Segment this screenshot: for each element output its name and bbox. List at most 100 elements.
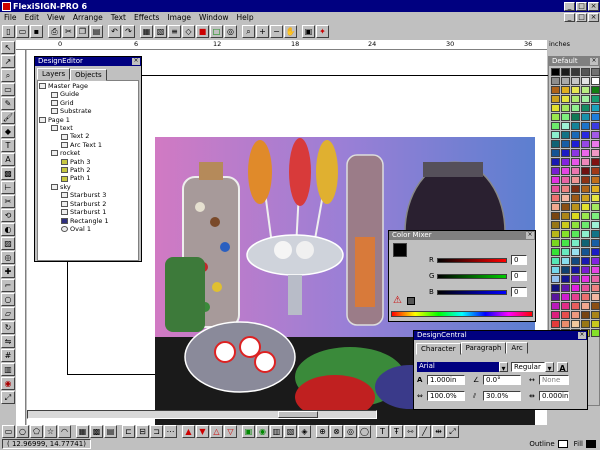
blue-slider[interactable] <box>437 289 507 295</box>
node-tool-icon[interactable]: ↗ <box>1 55 15 68</box>
menu-text[interactable]: Text <box>107 13 130 22</box>
color-swatch[interactable] <box>561 68 570 76</box>
tab-paragraph[interactable]: Paragraph <box>460 342 507 354</box>
menu-edit[interactable]: Edit <box>21 13 44 22</box>
color-swatch[interactable] <box>551 275 560 283</box>
send-back-icon[interactable]: ▼ <box>196 425 209 438</box>
color-swatch[interactable] <box>551 320 560 328</box>
color-swatch[interactable] <box>551 248 560 256</box>
zoom-icon[interactable]: ⌕ <box>242 25 255 38</box>
redo-icon[interactable]: ↷ <box>122 25 135 38</box>
select-tool-icon[interactable]: ↖ <box>1 41 15 54</box>
color-swatch[interactable] <box>581 149 590 157</box>
color-swatch[interactable] <box>551 149 560 157</box>
color-swatch[interactable] <box>591 302 600 310</box>
vector-icon[interactable]: ◈ <box>298 425 311 438</box>
weld-icon[interactable]: ◎ <box>224 25 237 38</box>
color-swatch[interactable] <box>551 185 560 193</box>
break-icon[interactable]: ⊗ <box>330 425 343 438</box>
color-swatch[interactable] <box>561 221 570 229</box>
design-editor-titlebar[interactable]: DesignEditor × <box>35 57 141 66</box>
image-trace-icon[interactable]: ▣ <box>242 425 255 438</box>
color-swatch[interactable] <box>591 239 600 247</box>
rotate-tool-icon[interactable]: ↻ <box>1 321 15 334</box>
menu-view[interactable]: View <box>43 13 69 22</box>
color-swatch[interactable] <box>581 131 590 139</box>
tree-node[interactable]: Arc Text 1 <box>39 141 137 149</box>
zoom-tool-icon[interactable]: ⌕ <box>1 69 15 82</box>
mask-icon[interactable]: ▩ <box>90 425 103 438</box>
tree-node[interactable]: Substrate <box>39 107 137 115</box>
color-swatch[interactable] <box>581 230 590 238</box>
align-right-icon[interactable]: ⊐ <box>150 425 163 438</box>
color-swatch[interactable] <box>571 113 580 121</box>
color-swatch[interactable] <box>551 104 560 112</box>
slant-field[interactable]: 30.0% <box>483 391 521 401</box>
size-field[interactable]: 1.000in <box>427 375 465 385</box>
shape-tool-icon[interactable]: ▭ <box>1 83 15 96</box>
color-swatch[interactable] <box>561 86 570 94</box>
tree-node[interactable]: Guide <box>39 90 137 98</box>
color-swatch[interactable] <box>551 194 560 202</box>
tab-layers[interactable]: Layers <box>37 68 71 80</box>
color-swatch[interactable] <box>581 311 590 319</box>
fill-tool-icon[interactable]: ◆ <box>1 125 15 138</box>
color-swatch[interactable] <box>581 86 590 94</box>
weed-icon[interactable]: ▤ <box>104 425 117 438</box>
color-swatch[interactable] <box>581 248 590 256</box>
tab-objects[interactable]: Objects <box>70 69 107 81</box>
color-icon[interactable]: ◉ <box>256 425 269 438</box>
color-swatch[interactable] <box>551 311 560 319</box>
color-swatch[interactable] <box>571 203 580 211</box>
color-swatch[interactable] <box>591 194 600 202</box>
color-swatch[interactable] <box>571 158 580 166</box>
color-swatch[interactable] <box>561 203 570 211</box>
fit-icon[interactable]: ⤢ <box>446 425 459 438</box>
tree-node[interactable]: Starburst 2 <box>39 200 137 208</box>
zoom-in-icon[interactable]: + <box>256 25 269 38</box>
color-swatch[interactable] <box>591 131 600 139</box>
cut-icon[interactable]: ✂ <box>62 25 75 38</box>
color-swatch[interactable] <box>571 248 580 256</box>
tree-node[interactable]: Rectangle 1 <box>39 217 137 225</box>
color-swatch[interactable] <box>551 113 560 121</box>
text-frame-icon[interactable]: Ŧ <box>390 425 403 438</box>
color-swatch[interactable] <box>581 302 590 310</box>
red-value-field[interactable]: 0 <box>511 255 527 265</box>
color-swatch[interactable] <box>581 203 590 211</box>
align-center-icon[interactable]: ⊟ <box>136 425 149 438</box>
knife-tool-icon[interactable]: ✂ <box>1 195 15 208</box>
color-swatch[interactable] <box>591 68 600 76</box>
color-swatch[interactable] <box>551 293 560 301</box>
rectangle-icon[interactable]: ▭ <box>2 425 15 438</box>
color-swatch[interactable] <box>551 176 560 184</box>
blue-value-field[interactable]: 0 <box>511 287 527 297</box>
tree-node[interactable]: Grid <box>39 99 137 107</box>
color-swatch[interactable] <box>561 95 570 103</box>
shadow-tool-icon[interactable]: ▨ <box>1 237 15 250</box>
color-swatch[interactable] <box>561 212 570 220</box>
cutter-icon[interactable]: ✦ <box>316 25 329 38</box>
color-swatch[interactable] <box>551 140 560 148</box>
color-swatch[interactable] <box>561 149 570 157</box>
menu-file[interactable]: File <box>0 13 21 22</box>
color-swatch[interactable] <box>581 158 590 166</box>
doc-restore-button[interactable]: □ <box>576 13 587 22</box>
polygon-icon[interactable]: ⬠ <box>30 425 43 438</box>
color-swatch[interactable] <box>591 140 600 148</box>
color-swatch[interactable] <box>561 284 570 292</box>
eraser-tool-icon[interactable]: ▱ <box>1 307 15 320</box>
eyedropper-tool-icon[interactable]: ⌐ <box>1 279 15 292</box>
color-swatch[interactable] <box>551 284 560 292</box>
color-swatch[interactable] <box>571 77 580 85</box>
close-icon[interactable]: × <box>132 58 140 65</box>
copy-icon[interactable]: ❐ <box>76 25 89 38</box>
color-swatch[interactable] <box>571 311 580 319</box>
color-swatch[interactable] <box>561 320 570 328</box>
tab-arc[interactable]: Arc <box>506 342 528 354</box>
color-swatch[interactable] <box>581 185 590 193</box>
color-swatch[interactable] <box>551 131 560 139</box>
arc-icon[interactable]: ◠ <box>58 425 71 438</box>
color-swatch[interactable] <box>551 167 560 175</box>
color-swatch[interactable] <box>571 221 580 229</box>
